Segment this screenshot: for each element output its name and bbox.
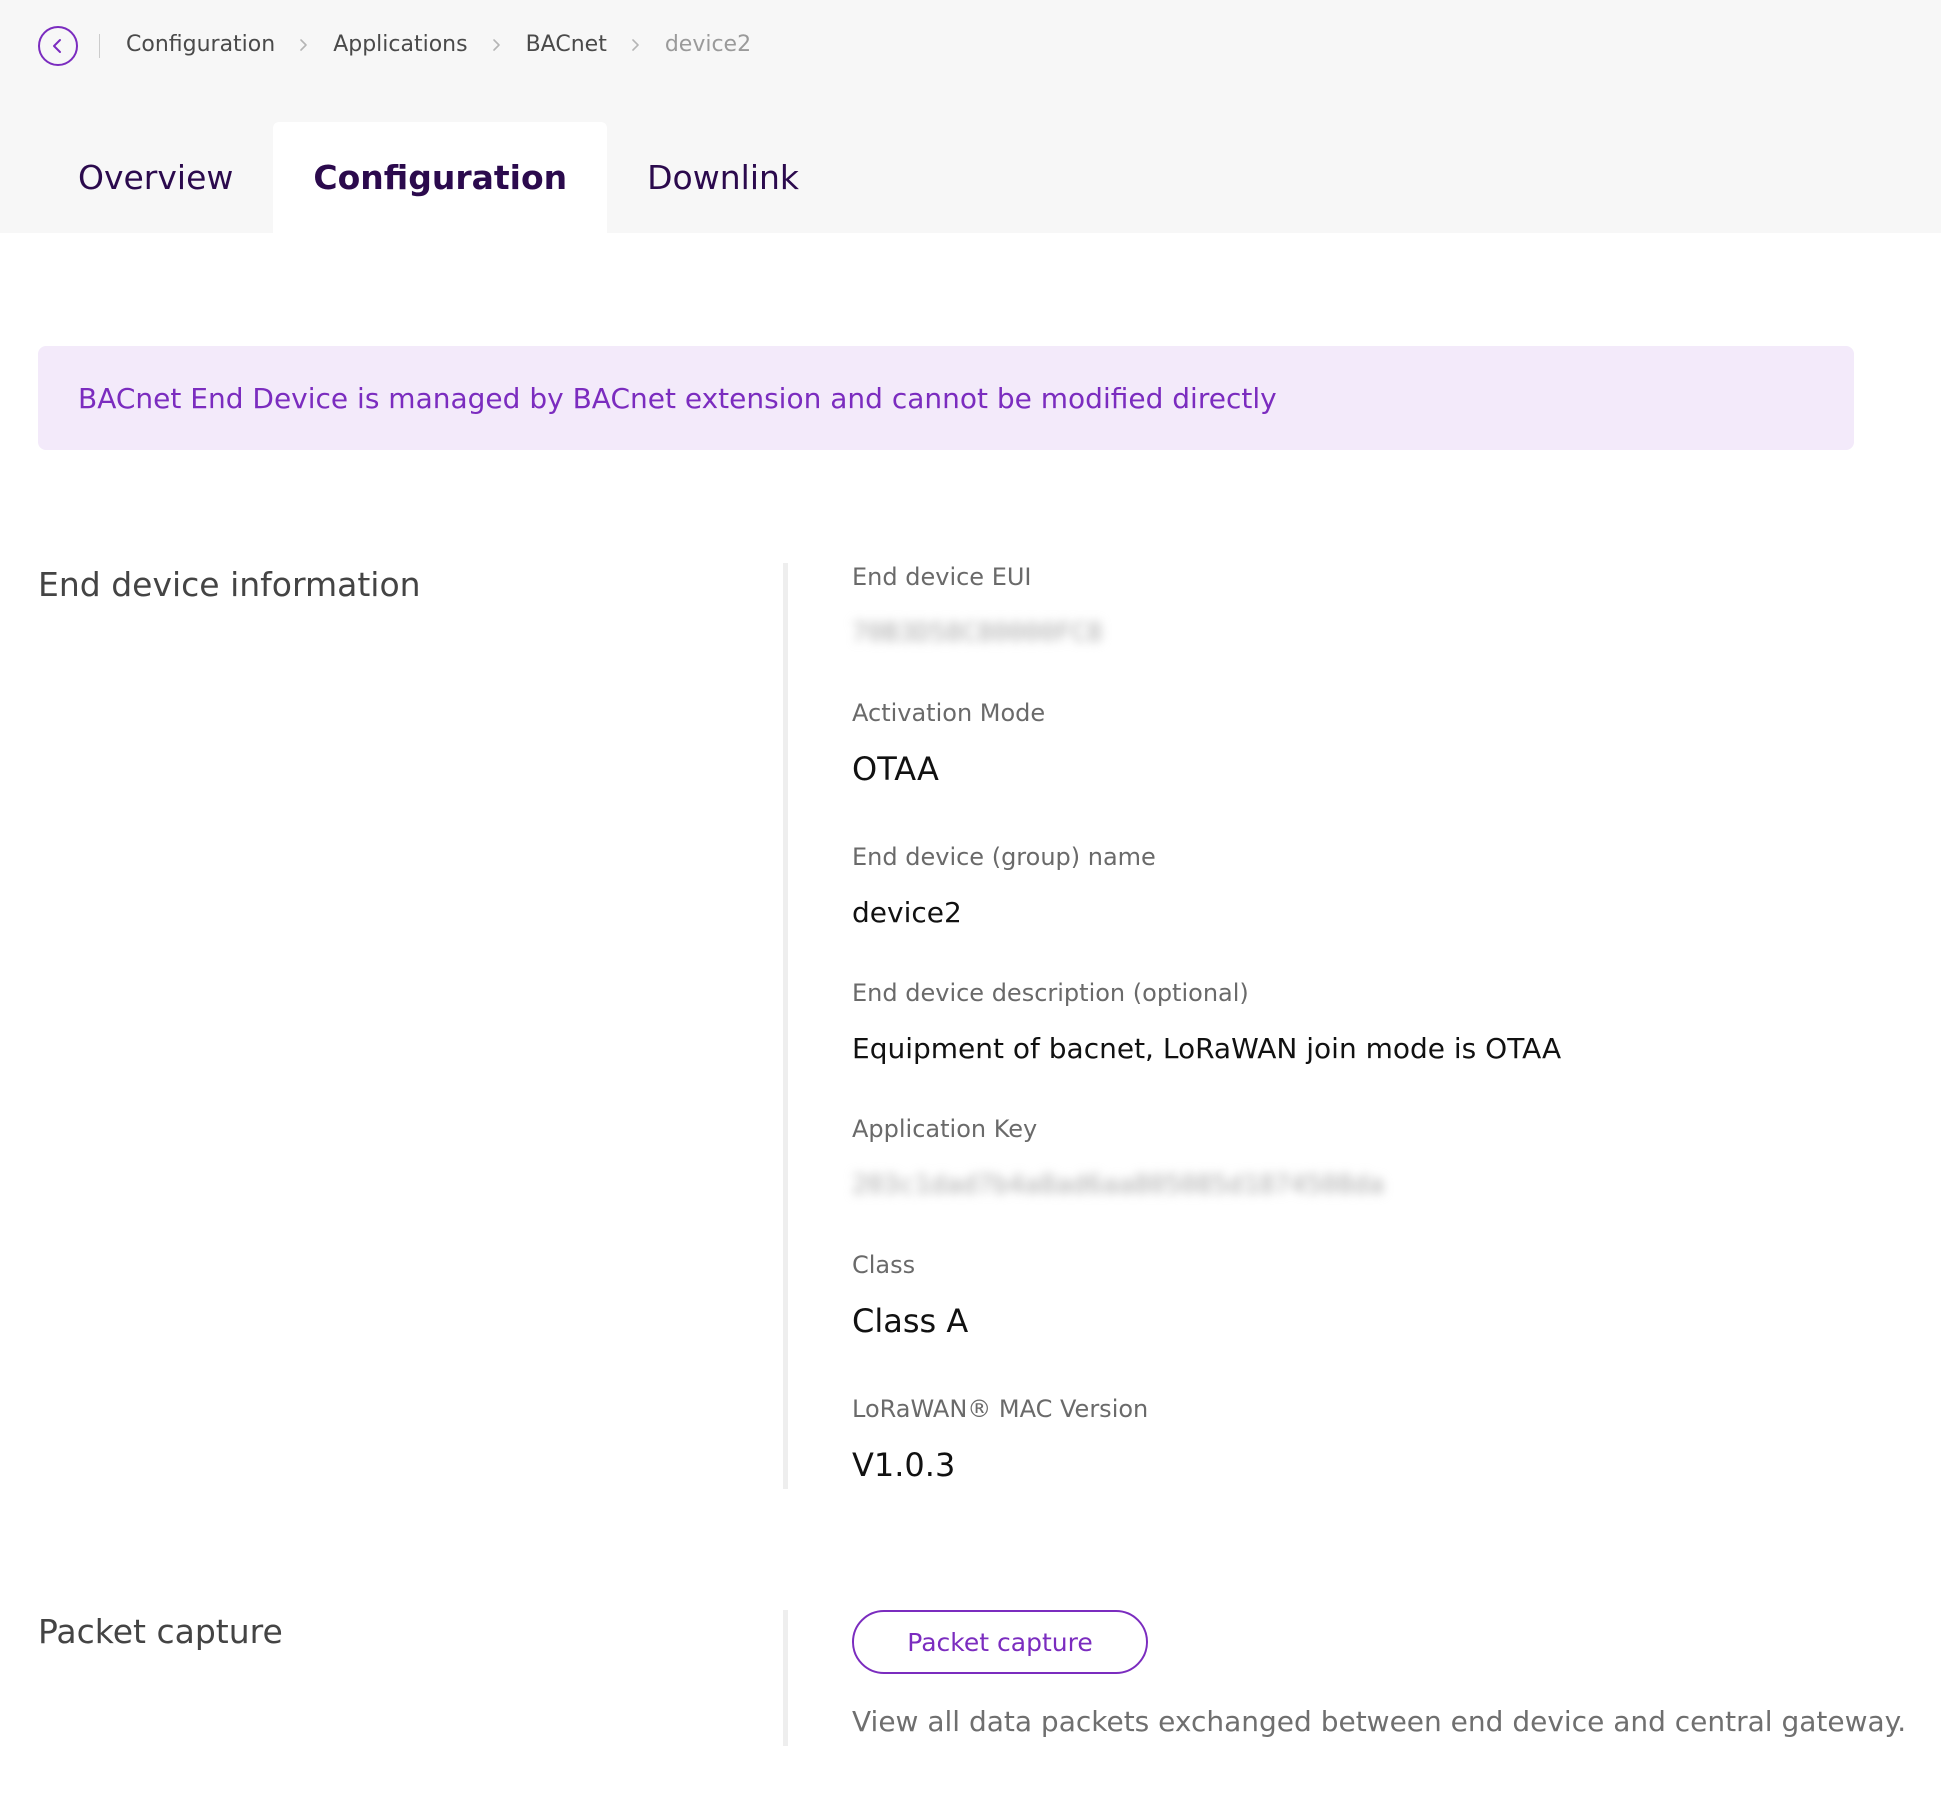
field-label: End device EUI <box>852 563 1032 591</box>
breadcrumb-item-bacnet[interactable]: BACnet <box>526 30 607 60</box>
section-title-end-device-information: End device information <box>38 565 421 604</box>
field-label: End device (group) name <box>852 843 1156 871</box>
packet-capture-description: View all data packets exchanged between … <box>852 1705 1907 1738</box>
field-application-key: Application Key 203c1dad7b4a8ad6aa805085… <box>852 1113 1384 1205</box>
breadcrumb-item-configuration[interactable]: Configuration <box>126 30 275 60</box>
packet-capture-button[interactable]: Packet capture <box>852 1610 1148 1674</box>
field-class: Class Class A <box>852 1249 968 1341</box>
section-title-packet-capture: Packet capture <box>38 1612 283 1651</box>
tab-overview[interactable]: Overview <box>38 122 273 233</box>
top-bar: Configuration Applications BACnet device… <box>0 0 1941 233</box>
managed-notice-banner: BACnet End Device is managed by BACnet e… <box>38 346 1854 450</box>
section-divider <box>783 1610 788 1746</box>
tab-bar: Overview Configuration Downlink <box>38 122 839 233</box>
field-end-device-eui: End device EUI 70B3D58C80000FC8 <box>852 561 1102 653</box>
field-end-device-description: End device description (optional) Equipm… <box>852 977 1561 1069</box>
field-value-eui: 70B3D58C80000FC8 <box>852 618 1103 648</box>
field-value-description: Equipment of bacnet, LoRaWAN join mode i… <box>852 1032 1562 1065</box>
field-end-device-name: End device (group) name device2 <box>852 841 1156 933</box>
field-label: Activation Mode <box>852 699 1046 727</box>
back-button[interactable] <box>38 26 78 66</box>
breadcrumb-divider <box>99 34 100 58</box>
chevron-right-icon <box>490 38 504 52</box>
field-value-activation-mode: OTAA <box>852 750 939 788</box>
breadcrumb: Configuration Applications BACnet device… <box>126 30 751 60</box>
field-label: End device description (optional) <box>852 979 1249 1007</box>
field-value-class: Class A <box>852 1302 969 1340</box>
breadcrumb-item-current: device2 <box>664 32 752 57</box>
notice-text: BACnet End Device is managed by BACnet e… <box>78 381 1277 415</box>
field-activation-mode: Activation Mode OTAA <box>852 697 1045 789</box>
chevron-right-icon <box>297 38 311 52</box>
section-divider <box>783 563 788 1489</box>
chevron-left-icon <box>53 39 61 53</box>
chevron-right-icon <box>629 38 643 52</box>
tab-configuration[interactable]: Configuration <box>273 122 608 233</box>
field-label: Application Key <box>852 1115 1038 1143</box>
field-label: LoRaWAN® MAC Version <box>852 1395 1149 1423</box>
tab-downlink[interactable]: Downlink <box>607 122 839 233</box>
field-value-application-key: 203c1dad7b4a8ad6aa805085d1874508da <box>852 1170 1385 1200</box>
field-mac-version: LoRaWAN® MAC Version V1.0.3 <box>852 1393 1148 1485</box>
breadcrumb-item-applications[interactable]: Applications <box>333 30 467 60</box>
field-value-mac-version: V1.0.3 <box>852 1446 956 1484</box>
field-label: Class <box>852 1251 916 1279</box>
field-value-device-name: device2 <box>852 896 962 929</box>
